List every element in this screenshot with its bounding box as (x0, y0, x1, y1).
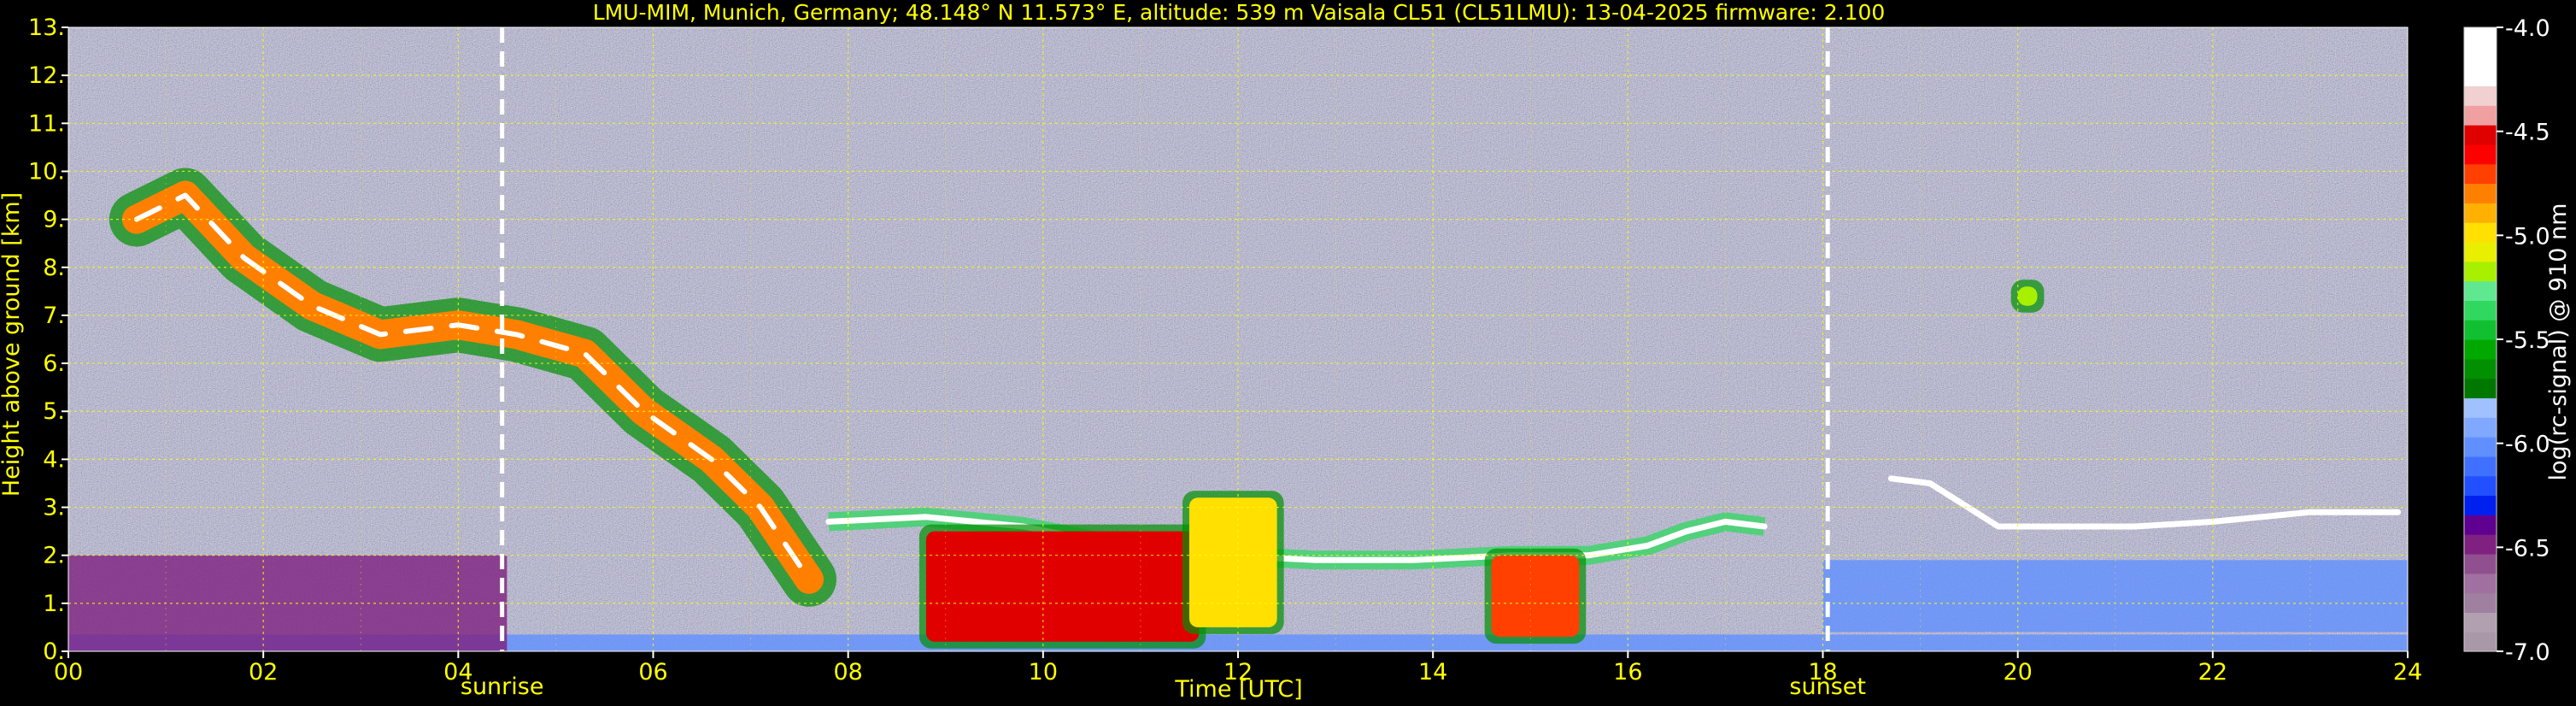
colorbar-swatch (2464, 612, 2497, 632)
y-tick-label: 7. (43, 303, 65, 329)
y-tick-label: 4. (43, 446, 65, 473)
x-tick-label: 02 (249, 659, 278, 685)
x-tick-label: 14 (1418, 659, 1447, 685)
chart-title: LMU-MIM, Munich, Germany; 48.148° N 11.5… (593, 0, 1886, 25)
y-tick-label: 6. (43, 350, 65, 377)
colorbar-tick-label: -6.0 (2505, 432, 2550, 458)
x-tick-label: 16 (1613, 659, 1642, 685)
colorbar-swatch (2464, 163, 2497, 185)
y-tick-label: 8. (43, 255, 65, 281)
colorbar-swatch (2464, 632, 2497, 652)
x-tick-label: 18 (1808, 659, 1837, 685)
colorbar-tick-label: -4.5 (2505, 120, 2550, 146)
colorbar-tick-label: -7.0 (2505, 639, 2550, 666)
colorbar-swatch (2464, 105, 2497, 126)
y-tick-label: 0. (43, 638, 65, 665)
colorbar-tick-label: -4.0 (2505, 15, 2550, 42)
y-tick-label: 13. (28, 15, 65, 41)
colorbar-swatch (2464, 203, 2497, 223)
colorbar-swatch (2464, 46, 2497, 68)
colorbar-swatch (2464, 339, 2497, 360)
colorbar-swatch (2464, 456, 2497, 477)
y-tick-label: 2. (43, 543, 65, 569)
y-tick-label: 5. (43, 398, 65, 425)
y-tick-label: 1. (43, 591, 65, 617)
colorbar-swatch (2464, 27, 2497, 48)
colorbar-swatch (2464, 534, 2497, 555)
lower-cloud (925, 531, 1200, 642)
x-axis-label: Time [UTC] (1174, 676, 1302, 703)
colorbar-label: log(rc-signal) @ 910 nm (2545, 203, 2572, 481)
colorbar-swatch (2464, 573, 2497, 594)
colorbar-swatch (2464, 85, 2497, 106)
x-tick-label: 10 (1029, 659, 1058, 685)
y-tick-label: 3. (43, 495, 65, 521)
colorbar-swatch (2464, 397, 2497, 418)
colorbar-swatch (2464, 515, 2497, 535)
colorbar-tick-label: -5.0 (2505, 223, 2550, 250)
colorbar-swatch (2464, 495, 2497, 515)
colorbar-swatch (2464, 300, 2497, 321)
colorbar-swatch (2464, 378, 2497, 399)
x-tick-label: 08 (833, 659, 862, 685)
y-axis-label: Height above ground [km] (0, 192, 25, 497)
colorbar-swatch (2464, 261, 2497, 282)
lower-cloud (1188, 497, 1277, 627)
colorbar-swatch (2464, 241, 2497, 262)
y-tick-label: 10. (28, 158, 65, 185)
x-tick-label: 20 (2003, 659, 2032, 685)
lower-cloud (1491, 555, 1580, 638)
small-cloud (2017, 286, 2038, 306)
y-tick-label: 9. (43, 207, 65, 233)
colorbar-swatch (2464, 417, 2497, 438)
y-tick-label: 11. (28, 110, 65, 137)
colorbar-swatch (2464, 437, 2497, 457)
colorbar: -4.0 -4.5 -5.0 -5.5 -6.0 -6.5 -7.0 (2463, 15, 2550, 666)
colorbar-tick-label: -6.5 (2505, 535, 2550, 562)
x-tick-label: 06 (638, 659, 667, 685)
colorbar-tick-label: -5.5 (2505, 327, 2550, 354)
colorbar-swatch (2464, 553, 2497, 574)
colorbar-swatch (2464, 222, 2497, 243)
x-tick-label: 04 (443, 659, 472, 685)
colorbar-swatch (2464, 66, 2497, 87)
y-axis: 0. 1. 2. 3. 4. 5. 6. 7. 8. 9. 10. 11. 12. 13. (28, 15, 68, 665)
x-tick-label: 22 (2198, 659, 2227, 685)
sunrise-label: sunrise (461, 674, 544, 700)
colorbar-swatch (2464, 475, 2497, 497)
colorbar-swatch (2464, 280, 2497, 301)
ceilometer-chart: sunrise sunset 00 02 04 06 08 10 12 14 16 18 20 22 24… (0, 0, 2572, 703)
colorbar-swatch (2464, 592, 2497, 613)
colorbar-swatch (2464, 358, 2497, 379)
x-tick-label: 24 (2393, 659, 2422, 685)
colorbar-swatch (2464, 183, 2497, 203)
colorbar-swatch (2464, 144, 2497, 165)
y-tick-label: 12. (28, 62, 65, 89)
colorbar-swatch (2464, 320, 2497, 340)
colorbar-swatch (2464, 125, 2497, 145)
